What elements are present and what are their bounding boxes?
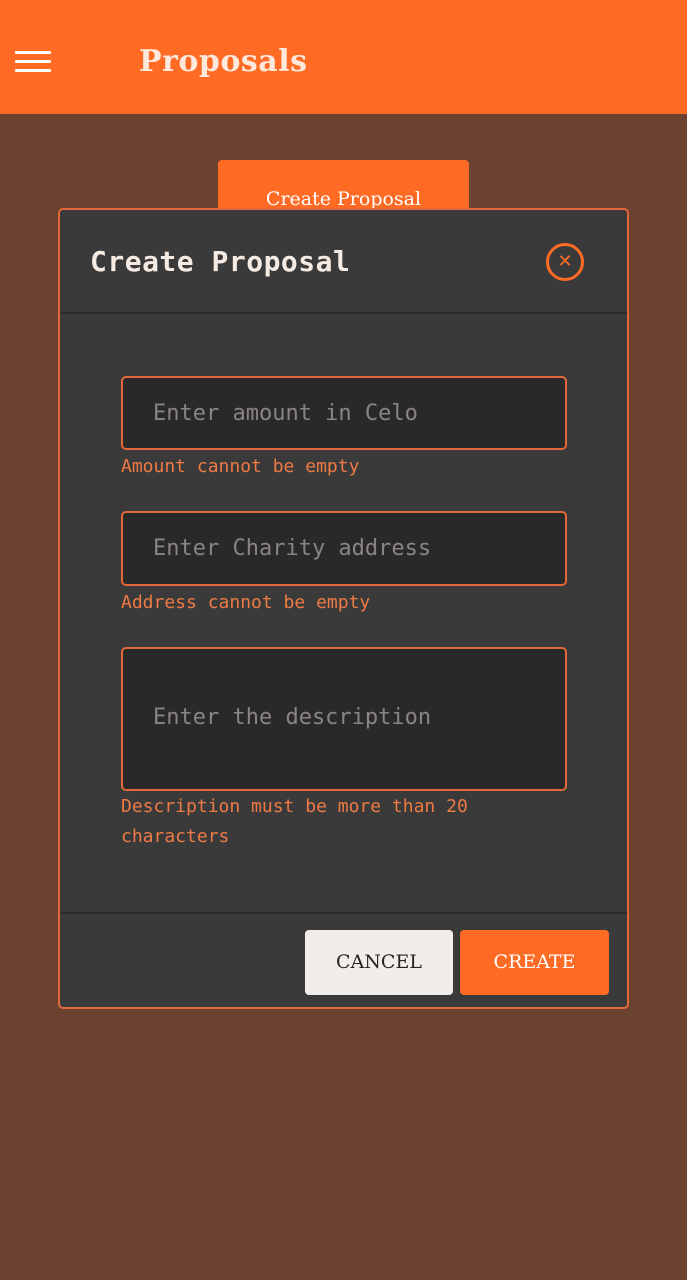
amount-error: Amount cannot be empty [121, 456, 360, 477]
charity-address-input[interactable] [121, 511, 567, 586]
close-icon[interactable]: ✕ [546, 243, 584, 281]
modal-footer: CANCEL CREATE [60, 912, 627, 1007]
amount-input[interactable] [121, 376, 567, 450]
description-textarea[interactable] [121, 647, 567, 791]
description-error: Description must be more than 20 charact… [121, 796, 468, 847]
cancel-button[interactable]: CANCEL [305, 930, 453, 995]
app-bar: Proposals [0, 0, 687, 114]
modal-header: Create Proposal ✕ [60, 210, 627, 314]
menu-icon-line [15, 69, 51, 72]
page-title: Proposals [139, 44, 308, 79]
modal-title: Create Proposal [90, 245, 351, 278]
menu-icon-line [15, 60, 51, 63]
create-proposal-modal: Create Proposal ✕ Amount cannot be empty… [58, 208, 629, 1009]
close-x-glyph: ✕ [557, 251, 573, 272]
address-error: Address cannot be empty [121, 592, 371, 613]
page: Proposals Create Proposal Create Proposa… [0, 0, 687, 1280]
menu-icon-line [15, 51, 51, 54]
hamburger-menu-icon[interactable] [10, 40, 56, 84]
create-button[interactable]: CREATE [460, 930, 609, 995]
